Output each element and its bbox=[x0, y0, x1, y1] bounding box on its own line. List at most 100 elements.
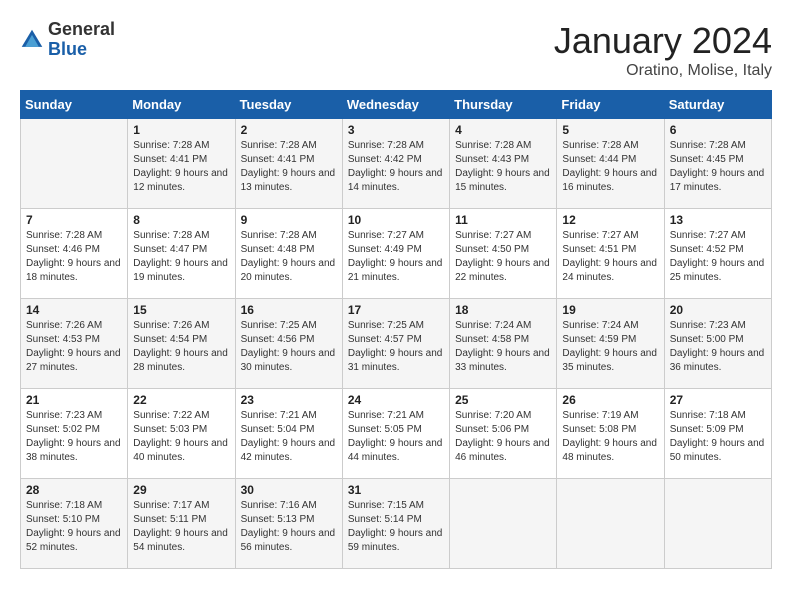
day-cell: 4 Sunrise: 7:28 AMSunset: 4:43 PMDaylight… bbox=[450, 119, 557, 209]
week-row-2: 7 Sunrise: 7:28 AMSunset: 4:46 PMDaylight… bbox=[21, 209, 772, 299]
week-row-3: 14Sunrise: 7:26 AMSunset: 4:53 PMDayligh… bbox=[21, 299, 772, 389]
day-number: 26 bbox=[562, 393, 658, 407]
day-cell: 28Sunrise: 7:18 AMSunset: 5:10 PMDayligh… bbox=[21, 479, 128, 569]
day-info: Sunrise: 7:23 AMSunset: 5:00 PMDaylight:… bbox=[670, 319, 766, 375]
day-info: Sunrise: 7:27 AMSunset: 4:50 PMDaylight:… bbox=[455, 229, 551, 285]
day-info: Sunrise: 7:28 AMSunset: 4:46 PMDaylight:… bbox=[26, 229, 122, 285]
day-info: Sunrise: 7:28 AMSunset: 4:41 PMDaylight:… bbox=[241, 139, 337, 195]
day-cell: 1 Sunrise: 7:28 AMSunset: 4:41 PMDaylight… bbox=[128, 119, 235, 209]
page-header: General Blue January 2024 Oratino, Molis… bbox=[20, 20, 772, 80]
logo: General Blue bbox=[20, 20, 115, 60]
day-number: 1 bbox=[133, 123, 229, 137]
day-cell: 16Sunrise: 7:25 AMSunset: 4:56 PMDayligh… bbox=[235, 299, 342, 389]
day-number: 24 bbox=[348, 393, 444, 407]
day-info: Sunrise: 7:24 AMSunset: 4:58 PMDaylight:… bbox=[455, 319, 551, 375]
logo-blue: Blue bbox=[48, 39, 87, 59]
day-cell: 20 Sunrise: 7:23 AMSunset: 5:00 PMDayligh… bbox=[664, 299, 771, 389]
day-number: 22 bbox=[133, 393, 229, 407]
day-info: Sunrise: 7:28 AMSunset: 4:43 PMDaylight:… bbox=[455, 139, 551, 195]
day-cell: 14Sunrise: 7:26 AMSunset: 4:53 PMDayligh… bbox=[21, 299, 128, 389]
day-cell: 30 Sunrise: 7:16 AMSunset: 5:13 PMDayligh… bbox=[235, 479, 342, 569]
day-number: 10 bbox=[348, 213, 444, 227]
header-cell-sunday: Sunday bbox=[21, 91, 128, 119]
day-info: Sunrise: 7:28 AMSunset: 4:45 PMDaylight:… bbox=[670, 139, 766, 195]
location: Oratino, Molise, Italy bbox=[554, 62, 772, 80]
logo-icon bbox=[20, 28, 44, 52]
day-info: Sunrise: 7:26 AMSunset: 4:53 PMDaylight:… bbox=[26, 319, 122, 375]
day-info: Sunrise: 7:27 AMSunset: 4:49 PMDaylight:… bbox=[348, 229, 444, 285]
day-number: 17 bbox=[348, 303, 444, 317]
day-cell bbox=[557, 479, 664, 569]
day-cell: 29 Sunrise: 7:17 AMSunset: 5:11 PMDayligh… bbox=[128, 479, 235, 569]
day-info: Sunrise: 7:23 AMSunset: 5:02 PMDaylight:… bbox=[26, 409, 122, 465]
day-info: Sunrise: 7:15 AMSunset: 5:14 PMDaylight:… bbox=[348, 499, 444, 555]
day-cell: 15Sunrise: 7:26 AMSunset: 4:54 PMDayligh… bbox=[128, 299, 235, 389]
day-cell: 9 Sunrise: 7:28 AMSunset: 4:48 PMDaylight… bbox=[235, 209, 342, 299]
day-cell: 12Sunrise: 7:27 AMSunset: 4:51 PMDayligh… bbox=[557, 209, 664, 299]
day-number: 5 bbox=[562, 123, 658, 137]
day-cell: 17Sunrise: 7:25 AMSunset: 4:57 PMDayligh… bbox=[342, 299, 449, 389]
day-info: Sunrise: 7:22 AMSunset: 5:03 PMDaylight:… bbox=[133, 409, 229, 465]
day-cell: 8Sunrise: 7:28 AMSunset: 4:47 PMDaylight… bbox=[128, 209, 235, 299]
day-info: Sunrise: 7:21 AMSunset: 5:05 PMDaylight:… bbox=[348, 409, 444, 465]
day-number: 16 bbox=[241, 303, 337, 317]
header-cell-saturday: Saturday bbox=[664, 91, 771, 119]
day-number: 6 bbox=[670, 123, 766, 137]
week-row-5: 28Sunrise: 7:18 AMSunset: 5:10 PMDayligh… bbox=[21, 479, 772, 569]
day-number: 7 bbox=[26, 213, 122, 227]
day-info: Sunrise: 7:18 AMSunset: 5:09 PMDaylight:… bbox=[670, 409, 766, 465]
week-row-4: 21 Sunrise: 7:23 AMSunset: 5:02 PMDayligh… bbox=[21, 389, 772, 479]
day-info: Sunrise: 7:28 AMSunset: 4:41 PMDaylight:… bbox=[133, 139, 229, 195]
day-cell: 19Sunrise: 7:24 AMSunset: 4:59 PMDayligh… bbox=[557, 299, 664, 389]
day-number: 25 bbox=[455, 393, 551, 407]
day-info: Sunrise: 7:21 AMSunset: 5:04 PMDaylight:… bbox=[241, 409, 337, 465]
day-info: Sunrise: 7:17 AMSunset: 5:11 PMDaylight:… bbox=[133, 499, 229, 555]
day-cell: 6 Sunrise: 7:28 AMSunset: 4:45 PMDaylight… bbox=[664, 119, 771, 209]
day-info: Sunrise: 7:18 AMSunset: 5:10 PMDaylight:… bbox=[26, 499, 122, 555]
day-number: 27 bbox=[670, 393, 766, 407]
day-number: 9 bbox=[241, 213, 337, 227]
day-number: 2 bbox=[241, 123, 337, 137]
day-number: 3 bbox=[348, 123, 444, 137]
day-number: 29 bbox=[133, 483, 229, 497]
header-cell-tuesday: Tuesday bbox=[235, 91, 342, 119]
day-cell: 25 Sunrise: 7:20 AMSunset: 5:06 PMDayligh… bbox=[450, 389, 557, 479]
day-cell bbox=[450, 479, 557, 569]
day-cell: 21 Sunrise: 7:23 AMSunset: 5:02 PMDayligh… bbox=[21, 389, 128, 479]
day-info: Sunrise: 7:16 AMSunset: 5:13 PMDaylight:… bbox=[241, 499, 337, 555]
day-number: 30 bbox=[241, 483, 337, 497]
day-info: Sunrise: 7:20 AMSunset: 5:06 PMDaylight:… bbox=[455, 409, 551, 465]
week-row-1: 1 Sunrise: 7:28 AMSunset: 4:41 PMDaylight… bbox=[21, 119, 772, 209]
day-cell: 23 Sunrise: 7:21 AMSunset: 5:04 PMDayligh… bbox=[235, 389, 342, 479]
day-cell: 27 Sunrise: 7:18 AMSunset: 5:09 PMDayligh… bbox=[664, 389, 771, 479]
day-info: Sunrise: 7:28 AMSunset: 4:47 PMDaylight:… bbox=[133, 229, 229, 285]
day-number: 13 bbox=[670, 213, 766, 227]
day-info: Sunrise: 7:28 AMSunset: 4:42 PMDaylight:… bbox=[348, 139, 444, 195]
day-number: 21 bbox=[26, 393, 122, 407]
day-cell: 26Sunrise: 7:19 AMSunset: 5:08 PMDayligh… bbox=[557, 389, 664, 479]
day-number: 31 bbox=[348, 483, 444, 497]
header-cell-wednesday: Wednesday bbox=[342, 91, 449, 119]
day-cell bbox=[664, 479, 771, 569]
day-cell: 31 Sunrise: 7:15 AMSunset: 5:14 PMDayligh… bbox=[342, 479, 449, 569]
day-info: Sunrise: 7:28 AMSunset: 4:48 PMDaylight:… bbox=[241, 229, 337, 285]
day-number: 23 bbox=[241, 393, 337, 407]
day-info: Sunrise: 7:24 AMSunset: 4:59 PMDaylight:… bbox=[562, 319, 658, 375]
day-info: Sunrise: 7:28 AMSunset: 4:44 PMDaylight:… bbox=[562, 139, 658, 195]
day-cell: 22 Sunrise: 7:22 AMSunset: 5:03 PMDayligh… bbox=[128, 389, 235, 479]
calendar-table: SundayMondayTuesdayWednesdayThursdayFrid… bbox=[20, 90, 772, 569]
day-cell: 24 Sunrise: 7:21 AMSunset: 5:05 PMDayligh… bbox=[342, 389, 449, 479]
day-info: Sunrise: 7:26 AMSunset: 4:54 PMDaylight:… bbox=[133, 319, 229, 375]
title-block: January 2024 Oratino, Molise, Italy bbox=[554, 20, 772, 80]
day-cell: 2 Sunrise: 7:28 AMSunset: 4:41 PMDaylight… bbox=[235, 119, 342, 209]
day-cell: 5 Sunrise: 7:28 AMSunset: 4:44 PMDaylight… bbox=[557, 119, 664, 209]
logo-general: General bbox=[48, 19, 115, 39]
day-cell: 18 Sunrise: 7:24 AMSunset: 4:58 PMDayligh… bbox=[450, 299, 557, 389]
day-info: Sunrise: 7:27 AMSunset: 4:51 PMDaylight:… bbox=[562, 229, 658, 285]
day-number: 18 bbox=[455, 303, 551, 317]
day-number: 4 bbox=[455, 123, 551, 137]
day-cell: 7 Sunrise: 7:28 AMSunset: 4:46 PMDaylight… bbox=[21, 209, 128, 299]
day-cell bbox=[21, 119, 128, 209]
day-number: 20 bbox=[670, 303, 766, 317]
month-title: January 2024 bbox=[554, 20, 772, 62]
